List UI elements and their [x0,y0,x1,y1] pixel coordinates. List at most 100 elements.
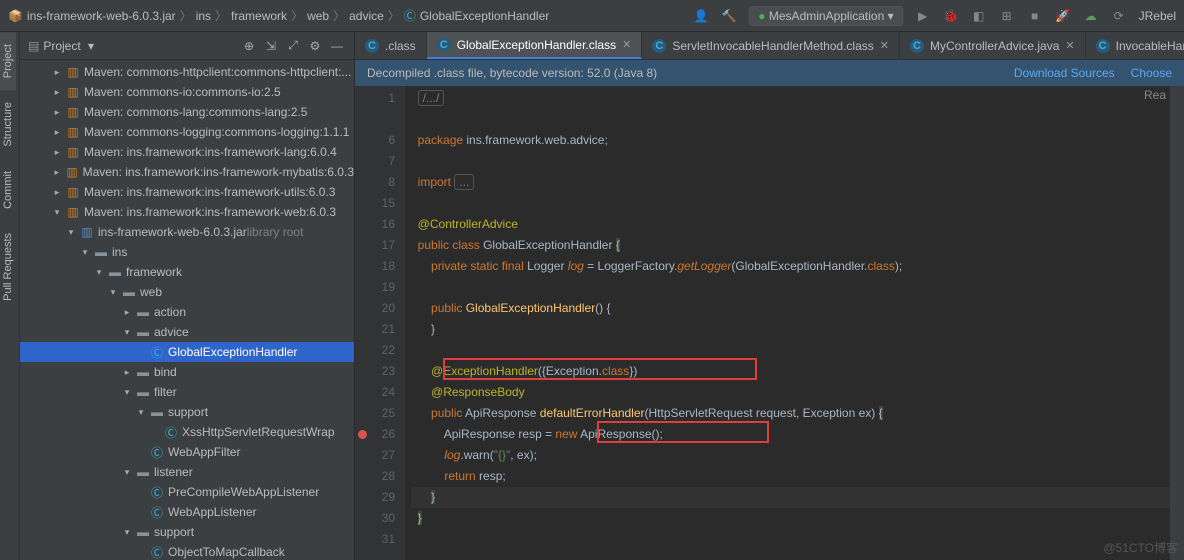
line-number[interactable]: 27 [355,445,395,466]
tree-row[interactable]: ▾▬ins [20,242,354,262]
tree-label: bind [154,365,177,379]
code-content: /.../ package ins.framework.web.advice; … [405,86,1170,560]
run-config-dropdown[interactable]: ● MesAdminApplication ▾ [749,6,902,26]
editor-tab[interactable]: CMyControllerAdvice.java✕ [900,32,1086,59]
tree-row[interactable]: ▸▥Maven: commons-io:commons-io:2.5 [20,82,354,102]
tree-row[interactable]: ⒸXssHttpServletRequestWrap [20,422,354,442]
tree-row[interactable]: ⒸPreCompileWebAppListener [20,482,354,502]
line-number[interactable]: 7 [355,151,395,172]
tree-row[interactable]: ▾▬filter [20,382,354,402]
tree-row[interactable]: ▸▥Maven: commons-httpclient:commons-http… [20,62,354,82]
tree-label: support [154,525,194,539]
user-icon[interactable]: 👤 [693,8,709,24]
line-number[interactable]: 28 [355,466,395,487]
line-number[interactable]: 24 [355,382,395,403]
line-number[interactable] [355,109,395,130]
download-sources-link[interactable]: Download Sources [1014,66,1115,80]
close-icon[interactable]: ✕ [622,38,631,51]
class-icon: Ⓒ [149,344,165,360]
breadcrumb[interactable]: 📦 ins-framework-web-6.0.3.jar 〉 ins 〉 fr… [8,7,549,24]
tree-row[interactable]: ▾▬listener [20,462,354,482]
close-icon[interactable]: ✕ [1065,39,1074,52]
line-number[interactable]: 6 [355,130,395,151]
line-number[interactable]: 19 [355,277,395,298]
jar-icon: 📦 [8,9,23,23]
close-icon[interactable]: ✕ [880,39,889,52]
tree-row[interactable]: ⒸObjectToMapCallback [20,542,354,560]
tree-row[interactable]: ▾▥ins-framework-web-6.0.3.jar library ro… [20,222,354,242]
tree-row[interactable]: ▾▬framework [20,262,354,282]
line-number[interactable]: 16 [355,214,395,235]
line-number[interactable]: 17 [355,235,395,256]
project-tree[interactable]: ▸▥Maven: commons-httpclient:commons-http… [20,60,354,560]
tree-row[interactable]: ▾▬advice [20,322,354,342]
editor-tab[interactable]: CServletInvocableHandlerMethod.class✕ [642,32,900,59]
folder-icon: ▬ [135,464,151,480]
line-number[interactable]: 23 [355,361,395,382]
project-tool-tab[interactable]: Project [0,32,16,90]
top-bar: 📦 ins-framework-web-6.0.3.jar 〉 ins 〉 fr… [0,0,1184,32]
pull-requests-tool-tab[interactable]: Pull Requests [0,221,16,313]
hide-icon[interactable]: — [328,37,346,55]
editor-tab[interactable]: CInvocableHandlerMethod.c [1086,32,1184,59]
line-number[interactable]: 29 [355,487,395,508]
line-number[interactable]: 18 [355,256,395,277]
left-tool-strip: Project Structure Commit Pull Requests [0,32,20,560]
error-stripe[interactable] [1170,86,1184,560]
run-indicator-icon: ● [758,9,765,23]
code-viewport[interactable]: 16781516171819202122232425262728293031 /… [355,86,1184,560]
panel-title[interactable]: ▤Project ▾ [28,39,94,53]
reader-mode-label[interactable]: Rea [1144,88,1166,102]
tree-row[interactable]: ⒸWebAppListener [20,502,354,522]
profiler-icon[interactable]: ⊞ [999,8,1015,24]
tree-row[interactable]: ⒸWebAppFilter [20,442,354,462]
tree-row[interactable]: ▾▥Maven: ins.framework:ins-framework-web… [20,202,354,222]
line-number[interactable]: 20 [355,298,395,319]
expand-icon[interactable]: ⇲ [262,37,280,55]
bug-icon[interactable]: 🐞 [943,8,959,24]
tree-label: XssHttpServletRequestWrap [182,425,335,439]
tree-row[interactable]: ▸▬bind [20,362,354,382]
line-number[interactable]: 21 [355,319,395,340]
choose-sources-link[interactable]: Choose [1131,66,1172,80]
tab-label: InvocableHandlerMethod.c [1116,39,1184,53]
tree-row[interactable]: ▾▬web [20,282,354,302]
line-number[interactable]: 31 [355,529,395,550]
collapse-icon[interactable]: ⤢ [284,37,302,55]
line-number[interactable]: 15 [355,193,395,214]
line-number[interactable]: 26 [355,424,395,445]
play-icon[interactable]: ▶ [915,8,931,24]
structure-tool-tab[interactable]: Structure [0,90,16,159]
tree-row[interactable]: ▾▬support [20,522,354,542]
tree-row[interactable]: ▸▬action [20,302,354,322]
coverage-icon[interactable]: ◧ [971,8,987,24]
jrebel-icon[interactable]: ⟳ [1111,8,1127,24]
tree-label: GlobalExceptionHandler [168,345,297,359]
commit-tool-tab[interactable]: Commit [0,159,16,221]
folder-icon: ▬ [135,524,151,540]
tree-row[interactable]: ▸▥Maven: commons-logging:commons-logging… [20,122,354,142]
tree-row[interactable]: ▸▥Maven: ins.framework:ins-framework-myb… [20,162,354,182]
lib-icon: ▥ [65,84,81,100]
hammer-icon[interactable]: 🔨 [721,8,737,24]
line-number[interactable]: 25 [355,403,395,424]
stop-icon[interactable]: ■ [1027,8,1043,24]
rocket-icon[interactable]: 🚀 [1055,8,1071,24]
tree-row[interactable]: ▸▥Maven: ins.framework:ins-framework-lan… [20,142,354,162]
settings-icon[interactable]: ⚙ [306,37,324,55]
editor-tab[interactable]: C.class [355,32,427,59]
line-number[interactable]: 30 [355,508,395,529]
tree-row[interactable]: ⒸGlobalExceptionHandler [20,342,354,362]
tree-row[interactable]: ▾▬support [20,402,354,422]
line-number[interactable]: 8 [355,172,395,193]
tree-label: ins-framework-web-6.0.3.jar [98,225,247,239]
line-number[interactable]: 22 [355,340,395,361]
line-number[interactable]: 1 [355,88,395,109]
decompile-banner: Decompiled .class file, bytecode version… [355,60,1184,86]
cloud-icon[interactable]: ☁ [1083,8,1099,24]
locate-icon[interactable]: ⊕ [240,37,258,55]
tree-row[interactable]: ▸▥Maven: ins.framework:ins-framework-uti… [20,182,354,202]
editor-tab[interactable]: CGlobalExceptionHandler.class✕ [427,32,643,59]
tree-row[interactable]: ▸▥Maven: commons-lang:commons-lang:2.5 [20,102,354,122]
tree-label: WebAppFilter [168,445,240,459]
